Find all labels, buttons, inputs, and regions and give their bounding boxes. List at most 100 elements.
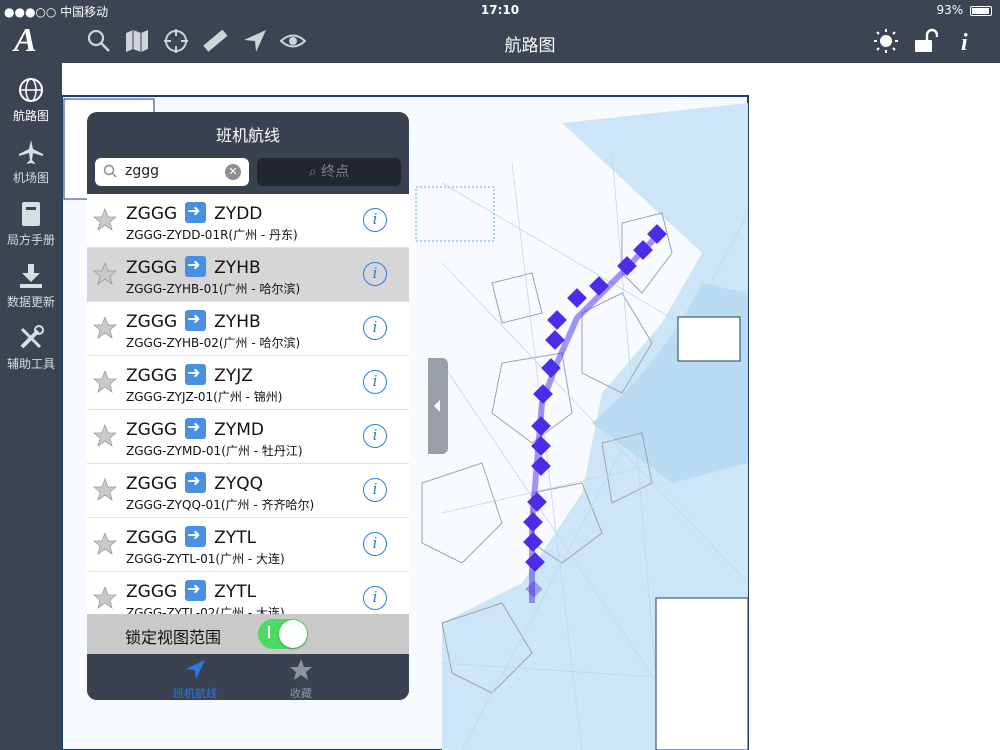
search-icon: ⌕ bbox=[308, 164, 317, 180]
route-destination: ZYTL bbox=[214, 582, 257, 602]
airplane-icon bbox=[19, 140, 43, 164]
route-info-icon[interactable]: i bbox=[363, 532, 387, 556]
route-origin: ZGGG bbox=[126, 528, 178, 548]
status-bar: ●●●○○ 中国移动 17:10 93% bbox=[0, 0, 1000, 20]
page-title: 航路图 bbox=[504, 36, 556, 56]
route-destination: ZYHB bbox=[214, 312, 261, 332]
star-icon[interactable] bbox=[93, 478, 117, 502]
sidebar-item-tools[interactable]: 辅助工具 bbox=[0, 325, 62, 385]
route-info-icon[interactable]: i bbox=[363, 424, 387, 448]
route-detail: ZGGG-ZYDD-01R(广州 - 丹东) bbox=[126, 228, 298, 242]
clock: 17:10 bbox=[480, 3, 520, 17]
list-item[interactable]: ZGGG ZYHB ZGGG-ZYHB-01(广州 - 哈尔滨) i bbox=[87, 248, 409, 302]
route-destination: ZYMD bbox=[214, 420, 264, 440]
route-info-icon[interactable]: i bbox=[363, 316, 387, 340]
list-item[interactable]: ZGGG ZYTL ZGGG-ZYTL-02(广州 - 大连) i bbox=[87, 572, 409, 614]
star-icon[interactable] bbox=[93, 316, 117, 340]
destination-search-field[interactable]: ⌕ 终点 bbox=[257, 158, 401, 186]
battery-percent: 93% bbox=[936, 3, 964, 17]
arrow-right-icon bbox=[185, 309, 207, 331]
tab-label: 班机航线 bbox=[173, 687, 217, 700]
sidebar-item-data-update[interactable]: 数据更新 bbox=[0, 263, 62, 323]
route-info-icon[interactable]: i bbox=[363, 586, 387, 610]
star-icon[interactable] bbox=[93, 532, 117, 556]
list-item[interactable]: ZGGG ZYTL ZGGG-ZYTL-01(广州 - 大连) i bbox=[87, 518, 409, 572]
arrow-right-icon bbox=[185, 201, 207, 223]
panel-title: 班机航线 bbox=[215, 126, 280, 145]
sidebar-item-manuals[interactable]: 局方手册 bbox=[0, 201, 62, 261]
arrow-right-icon bbox=[185, 417, 207, 439]
route-destination: ZYJZ bbox=[214, 366, 253, 386]
list-item[interactable]: ZGGG ZYDD ZGGG-ZYDD-01R(广州 - 丹东) i bbox=[87, 194, 409, 248]
list-item[interactable]: ZGGG ZYJZ ZGGG-ZYJZ-01(广州 - 锦州) i bbox=[87, 356, 409, 410]
route-info-icon[interactable]: i bbox=[363, 262, 387, 286]
route-info-icon[interactable]: i bbox=[363, 478, 387, 502]
route-info-icon[interactable]: i bbox=[363, 370, 387, 394]
sidebar-item-label: 航路图 bbox=[12, 109, 49, 123]
lock-view-row: 锁定视图范围 bbox=[87, 614, 409, 654]
sidebar: 航路图 机场图 局方手册 数据更新 辅助工具 bbox=[0, 63, 62, 750]
star-icon bbox=[290, 659, 312, 680]
star-icon[interactable] bbox=[93, 370, 117, 394]
arrow-right-icon bbox=[185, 579, 207, 601]
panel-collapse-handle[interactable] bbox=[428, 358, 448, 454]
navigation-arrow-icon bbox=[186, 660, 205, 679]
star-icon[interactable] bbox=[93, 586, 117, 610]
tools-icon bbox=[20, 325, 44, 349]
sidebar-item-airport-chart[interactable]: 机场图 bbox=[0, 139, 62, 199]
route-detail: ZGGG-ZYQQ-01(广州 - 齐齐哈尔) bbox=[126, 498, 315, 512]
sidebar-item-label: 辅助工具 bbox=[6, 357, 55, 371]
arrow-right-icon bbox=[185, 255, 207, 277]
route-origin: ZGGG bbox=[126, 474, 178, 494]
unlock-icon[interactable] bbox=[912, 28, 939, 54]
lock-view-label: 锁定视图范围 bbox=[125, 628, 222, 647]
panel-tab-bar: 班机航线 收藏 bbox=[87, 654, 409, 700]
route-detail: ZGGG-ZYTL-02(广州 - 大连) bbox=[126, 606, 285, 614]
route-info-icon[interactable]: i bbox=[363, 208, 387, 232]
clear-search-icon[interactable]: ✕ bbox=[225, 164, 241, 180]
route-destination: ZYQQ bbox=[214, 474, 263, 494]
route-origin: ZGGG bbox=[126, 420, 178, 440]
list-item[interactable]: ZGGG ZYHB ZGGG-ZYHB-02(广州 - 哈尔滨) i bbox=[87, 302, 409, 356]
route-detail: ZGGG-ZYHB-02(广州 - 哈尔滨) bbox=[126, 336, 301, 350]
origin-search-input[interactable]: zggg bbox=[125, 163, 159, 179]
star-icon[interactable] bbox=[93, 262, 117, 286]
list-item[interactable]: ZGGG ZYMD ZGGG-ZYMD-01(广州 - 牡丹江) i bbox=[87, 410, 409, 464]
star-icon[interactable] bbox=[93, 424, 117, 448]
globe-icon bbox=[19, 78, 43, 102]
arrow-right-icon bbox=[185, 471, 207, 493]
route-detail: ZGGG-ZYHB-01(广州 - 哈尔滨) bbox=[126, 282, 301, 296]
list-item[interactable]: ZGGG ZYQQ ZGGG-ZYQQ-01(广州 - 齐齐哈尔) i bbox=[87, 464, 409, 518]
svg-text:i: i bbox=[961, 30, 968, 54]
manual-icon bbox=[22, 202, 40, 226]
sidebar-item-route-map[interactable]: 航路图 bbox=[0, 77, 62, 137]
route-origin: ZGGG bbox=[126, 312, 178, 332]
route-destination: ZYTL bbox=[214, 528, 257, 548]
brightness-icon[interactable] bbox=[873, 28, 899, 54]
route-list: ZGGG ZYDD ZGGG-ZYDD-01R(广州 - 丹东) i ZGGG ZY… bbox=[87, 194, 409, 614]
lock-view-toggle[interactable] bbox=[258, 619, 308, 649]
star-icon[interactable] bbox=[93, 208, 117, 232]
route-detail: ZGGG-ZYTL-01(广州 - 大连) bbox=[126, 552, 285, 566]
destination-placeholder: 终点 bbox=[321, 164, 350, 180]
sidebar-item-label: 数据更新 bbox=[6, 295, 55, 309]
battery-indicator: 93% bbox=[936, 3, 992, 17]
sidebar-item-label: 机场图 bbox=[12, 171, 49, 185]
route-destination: ZYDD bbox=[214, 204, 263, 224]
arrow-right-icon bbox=[185, 525, 207, 547]
battery-icon bbox=[970, 5, 992, 16]
download-icon bbox=[20, 264, 42, 288]
route-origin: ZGGG bbox=[126, 366, 178, 386]
route-detail: ZGGG-ZYJZ-01(广州 - 锦州) bbox=[126, 390, 283, 404]
arrow-right-icon bbox=[185, 363, 207, 385]
route-panel: 班机航线 zggg ✕ ⌕ 终点 ZGGG ZYDD ZGGG-ZYDD-01R(… bbox=[87, 112, 409, 700]
sidebar-item-label: 局方手册 bbox=[6, 233, 55, 247]
tab-routes[interactable]: 班机航线 bbox=[155, 658, 235, 700]
info-icon[interactable]: i bbox=[953, 28, 979, 56]
tab-favorites[interactable]: 收藏 bbox=[261, 658, 341, 700]
route-origin: ZGGG bbox=[126, 204, 178, 224]
tab-label: 收藏 bbox=[290, 687, 312, 700]
toggle-knob bbox=[279, 620, 307, 648]
route-detail: ZGGG-ZYMD-01(广州 - 牡丹江) bbox=[126, 444, 303, 458]
origin-search-field[interactable]: zggg ✕ bbox=[95, 158, 249, 186]
